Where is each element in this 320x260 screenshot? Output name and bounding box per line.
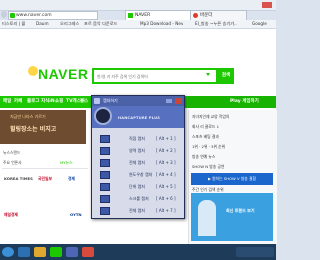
address-bar[interactable]: www.naver.com	[8, 11, 98, 20]
region-capture-icon	[100, 147, 110, 155]
nav-mail[interactable]: 메일	[3, 98, 11, 106]
naver-tab-icon	[128, 13, 133, 18]
capture-item-label: 단위 캡처	[129, 184, 145, 189]
search-box[interactable]	[92, 68, 218, 84]
sun-logo-icon	[28, 66, 38, 76]
news-logo[interactable]: 경제	[68, 176, 75, 182]
play-game-link[interactable]: Play 게임하기	[230, 98, 259, 106]
capture-item-label: 전체 캡처	[129, 160, 145, 165]
capture-app-icon	[94, 98, 100, 104]
right-line[interactable]: 스포츠 베팅 결과	[192, 134, 219, 140]
capture-brand: HANCAPTURE PLUS	[118, 116, 160, 120]
news-logo[interactable]: 매일경제	[4, 212, 18, 218]
capture-item-label: 전체 캡처	[129, 208, 145, 213]
camera-lens-icon	[94, 107, 112, 125]
capture-item-shortcut: [ Alt + 4 ]	[156, 172, 176, 177]
minimize-icon[interactable]	[166, 99, 172, 103]
back-button[interactable]	[1, 11, 7, 18]
dropdown-icon[interactable]	[206, 73, 210, 76]
news-logo[interactable]: KOREA TIMES	[4, 176, 33, 181]
capture-item-shortcut: [ Alt + 5 ]	[156, 184, 176, 189]
direct-capture-icon	[100, 135, 110, 143]
nav-news[interactable]: 뉴스	[80, 98, 88, 106]
scroll-capture-icon	[100, 195, 110, 203]
capture-item-fullscreen[interactable]: 전체 캡처 [ Alt + 3 ]	[94, 157, 182, 169]
close-icon[interactable]	[175, 98, 182, 104]
capture-item-label: 윈도우창 캡처	[129, 172, 153, 177]
capture-item-label: 영역 캡처	[129, 148, 145, 153]
folder-icon[interactable]	[34, 247, 46, 257]
tab-second[interactable]: 바운더	[190, 10, 247, 20]
news-logo[interactable]: 국민일보	[38, 176, 52, 182]
close-tab-icon[interactable]	[262, 2, 272, 8]
my-news-link[interactable]: MY뉴스	[60, 160, 73, 166]
divider	[2, 168, 88, 169]
bookmark-item[interactable]: Google	[252, 21, 267, 27]
capture-item-shortcut: [ Alt + 6 ]	[156, 196, 176, 201]
system-tray	[236, 247, 274, 257]
bookmark-item[interactable]: El_방송 ~누른 승기가..	[195, 21, 237, 27]
naver-favicon-icon	[10, 13, 15, 18]
bookmark-item[interactable]: 포르 음악 다운로드	[84, 21, 117, 27]
right-line[interactable]: 1위 · 2위 · 3위 순위	[192, 144, 225, 150]
capture-item-window[interactable]: 윈도우창 캡처 [ Alt + 4 ]	[94, 169, 182, 181]
bookmark-item[interactable]: 오리그레스	[60, 21, 79, 27]
ie-icon[interactable]	[18, 247, 30, 257]
fullscreen-capture-icon	[100, 159, 110, 167]
capture-item-shortcut: [ Alt + 7 ]	[156, 208, 176, 213]
right-line[interactable]: SHOW N 방송 공연	[192, 164, 224, 170]
tab-naver[interactable]: NAVER	[125, 10, 192, 20]
address-text: www.naver.com	[16, 13, 52, 18]
window-capture-icon	[100, 171, 110, 179]
unit-capture-icon	[100, 183, 110, 191]
right-line[interactable]: 자녀지인재 교양 작업의	[192, 114, 229, 120]
right-line[interactable]: 방송 연예 뉴스	[192, 154, 215, 160]
news-stand-label[interactable]: 뉴스스탠드	[3, 150, 20, 156]
news-logo[interactable]: OYTN	[70, 212, 82, 217]
capture-window: 캡처하기 HANCAPTURE PLUS 직접 캡처 [ Alt + 1 ] 영…	[91, 95, 185, 219]
capture-title-bar[interactable]: 캡처하기	[92, 96, 184, 106]
nav-blog[interactable]: 블로그	[27, 98, 39, 106]
capture-item-full[interactable]: 전체 캡처 [ Alt + 7 ]	[94, 205, 182, 217]
bookmark-item[interactable]: 티스토리 | 블	[2, 21, 25, 27]
capture-item-label: 직접 캡처	[129, 136, 145, 141]
tab-label: 바운더	[200, 13, 213, 18]
start-button-icon[interactable]	[2, 247, 14, 257]
full-capture-icon	[100, 207, 110, 215]
chrome-icon[interactable]	[82, 247, 94, 257]
search-input[interactable]	[94, 70, 216, 82]
tab-favicon-icon	[193, 13, 198, 18]
right-line[interactable]: 회사 리 클로드 1	[192, 124, 219, 130]
nav-cafe[interactable]: 카페	[14, 98, 22, 106]
ad-text: 최신 트렌드 보기	[226, 208, 255, 213]
person-icon	[198, 200, 216, 236]
capture-item-direct[interactable]: 직접 캡처 [ Alt + 1 ]	[94, 133, 182, 145]
capture-taskbar-icon[interactable]	[66, 247, 78, 257]
capture-title: 캡처하기	[103, 98, 118, 103]
capture-item-scroll[interactable]: 스크롤 캡처 [ Alt + 6 ]	[94, 193, 182, 205]
bookmark-item[interactable]: Mp3 Download - Nev	[140, 21, 183, 27]
nav-shopping[interactable]: 쇼핑	[55, 98, 63, 106]
nav-kin[interactable]: 지식iN	[41, 98, 55, 106]
news-stand-label[interactable]: 주요 언론사	[3, 160, 22, 166]
naver-taskbar-icon[interactable]	[50, 247, 62, 257]
capture-item-shortcut: [ Alt + 2 ]	[156, 148, 176, 153]
bookmark-item[interactable]: Daum	[36, 21, 49, 27]
naver-logo[interactable]: NAVER	[38, 66, 88, 82]
banner-line: 힐링장소는 비지고	[10, 126, 57, 133]
capture-item-region[interactable]: 영역 캡처 [ Alt + 2 ]	[94, 145, 182, 157]
capture-item-label: 스크롤 캡처	[129, 196, 149, 201]
capture-item-unit[interactable]: 단위 캡처 [ Alt + 5 ]	[94, 181, 182, 193]
show-v-banner[interactable]: ▶ 원하는 SHOW V 방송 결합	[191, 173, 273, 185]
tab-label: NAVER	[135, 13, 151, 18]
banner-line: 지금만 나타스 기르기	[10, 114, 46, 119]
capture-item-shortcut: [ Alt + 1 ]	[156, 136, 176, 141]
capture-item-shortcut: [ Alt + 3 ]	[156, 160, 176, 165]
search-button[interactable]: 검색	[218, 68, 234, 84]
